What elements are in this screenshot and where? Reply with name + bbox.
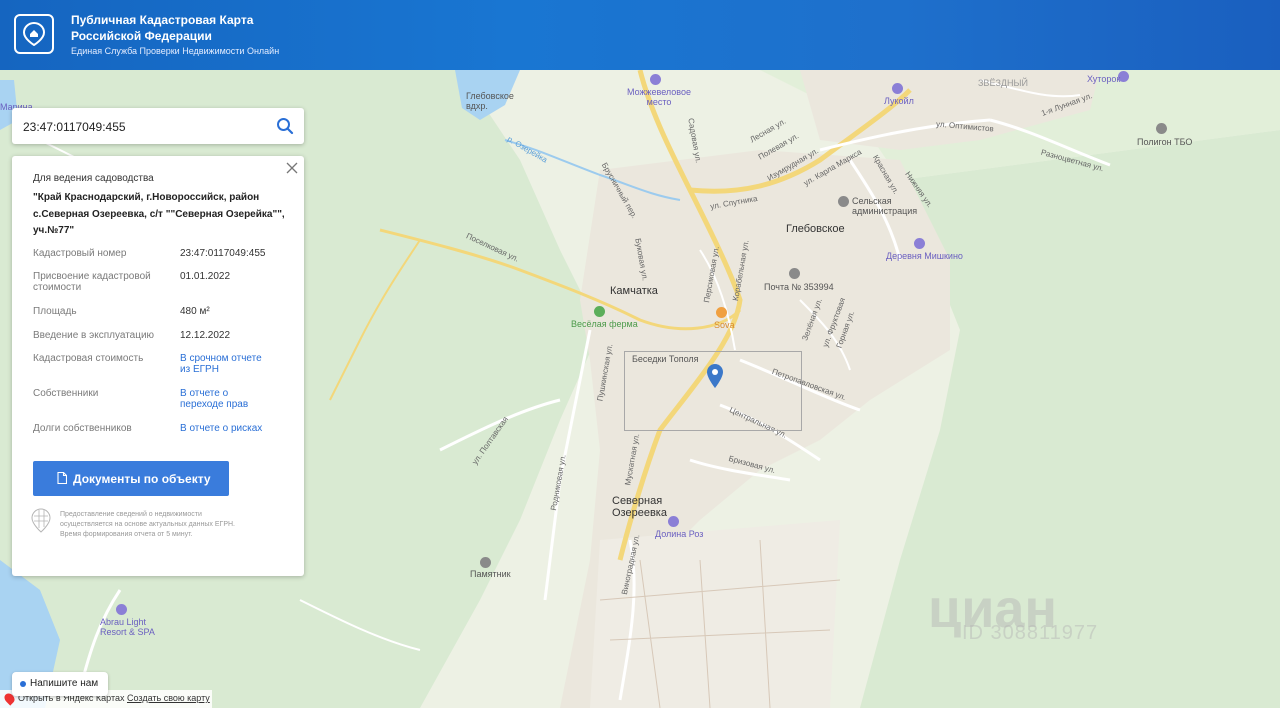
cadastral-number-value: 23:47:0117049:455: [180, 248, 266, 259]
disclaimer-text: Предоставление сведений о недвижимости о…: [60, 511, 235, 538]
valuation-date-label: Присвоение кадастровой стоимости: [33, 271, 151, 293]
search-box: [12, 108, 304, 144]
map-label-severnaya: Северная Озереевка: [612, 495, 667, 519]
commissioning-label: Введение в эксплуатацию: [33, 330, 155, 341]
owner-debts-label: Долги собственников: [33, 423, 132, 434]
landfill-poi-icon[interactable]: [1156, 123, 1167, 134]
app-subtitle: Единая Служба Проверки Недвижимости Онла…: [71, 46, 280, 56]
search-input[interactable]: [21, 117, 265, 137]
map-label-selskaya: Сельская администрация: [852, 196, 918, 216]
location-pin-icon[interactable]: [707, 364, 723, 388]
map-label-khutorok: Хуторок: [1087, 74, 1121, 84]
post-poi-icon[interactable]: [789, 268, 800, 279]
map-label-kamchatka: Камчатка: [610, 285, 658, 297]
village-poi-icon[interactable]: [914, 238, 925, 249]
farm-poi-icon[interactable]: [594, 306, 605, 317]
object-address: "Край Краснодарский, г.Новороссийск, рай…: [33, 192, 285, 236]
map-label-pochta: Почта № 353994: [764, 282, 834, 292]
cadastre-grid-icon: [31, 508, 51, 533]
map-label-dolina: Долина Роз: [655, 529, 704, 539]
map-label-abrau: Abrau Light Resort & SPA: [100, 617, 155, 637]
watermark-id: ID 308811977: [962, 622, 1099, 644]
resort-poi-icon[interactable]: [116, 604, 127, 615]
commissioning-value: 12.12.2022: [180, 330, 231, 341]
documents-button-label: Документы по объекту: [73, 472, 211, 486]
create-map-link[interactable]: Создать свою карту: [127, 693, 210, 703]
park-poi-icon[interactable]: [668, 516, 679, 527]
documents-button[interactable]: Документы по объекту: [33, 461, 229, 496]
map-label-vesyolaya: Весёлая ферма: [571, 319, 638, 329]
map-label-vdkhr: Глебовское вдхр.: [466, 91, 514, 111]
chat-button[interactable]: Напишите нам: [12, 672, 108, 696]
place-poi-icon[interactable]: [650, 74, 661, 85]
cadastral-number-label: Кадастровый номер: [33, 248, 127, 259]
map-label-lukoil: Лукойл: [884, 96, 914, 106]
search-icon[interactable]: [276, 117, 294, 135]
fuel-poi-icon[interactable]: [892, 83, 903, 94]
logo[interactable]: [14, 14, 54, 54]
area-label: Площадь: [33, 306, 77, 317]
online-status-icon: [20, 681, 26, 687]
close-icon[interactable]: [286, 162, 298, 174]
cadastral-value-label: Кадастровая стоимость: [33, 353, 144, 364]
plot-boundary[interactable]: [624, 351, 802, 431]
map-label-sova: Sova: [714, 320, 735, 330]
object-info-panel: Для ведения садоводства "Край Краснодарс…: [12, 156, 304, 576]
map-label-derevnya: Деревня Мишкино: [886, 251, 963, 261]
chat-button-label: Напишите нам: [30, 678, 99, 689]
owners-label: Собственники: [33, 388, 99, 399]
land-purpose: Для ведения садоводства: [33, 173, 154, 184]
map-label-pamyatnik: Памятник: [470, 569, 511, 579]
cadastral-value-link[interactable]: В срочном отчете из ЕГРН: [180, 353, 262, 375]
map-label-zvezdny: ЗВЁЗДНЫЙ: [978, 78, 1028, 88]
app-title: Публичная Кадастровая Карта Российской Ф…: [71, 13, 254, 43]
app-header: Публичная Кадастровая Карта Российской Ф…: [0, 0, 1280, 70]
monument-poi-icon[interactable]: [480, 557, 491, 568]
owner-debts-link[interactable]: В отчете о рисках: [180, 423, 290, 434]
house-pin-icon: [23, 22, 45, 46]
map-label-mozhzhevelovoe: Можжевеловое место: [627, 87, 691, 107]
map-label-glebovskoe: Глебовское: [786, 223, 845, 235]
document-icon: [57, 472, 67, 484]
map-label-poligon: Полигон ТБО: [1137, 137, 1193, 147]
valuation-date-value: 01.01.2022: [180, 271, 231, 282]
cafe-poi-icon[interactable]: [716, 307, 727, 318]
owners-link[interactable]: В отчете о переходе прав: [180, 388, 260, 410]
admin-poi-icon[interactable]: [838, 196, 849, 207]
area-value: 480 м²: [180, 306, 210, 317]
